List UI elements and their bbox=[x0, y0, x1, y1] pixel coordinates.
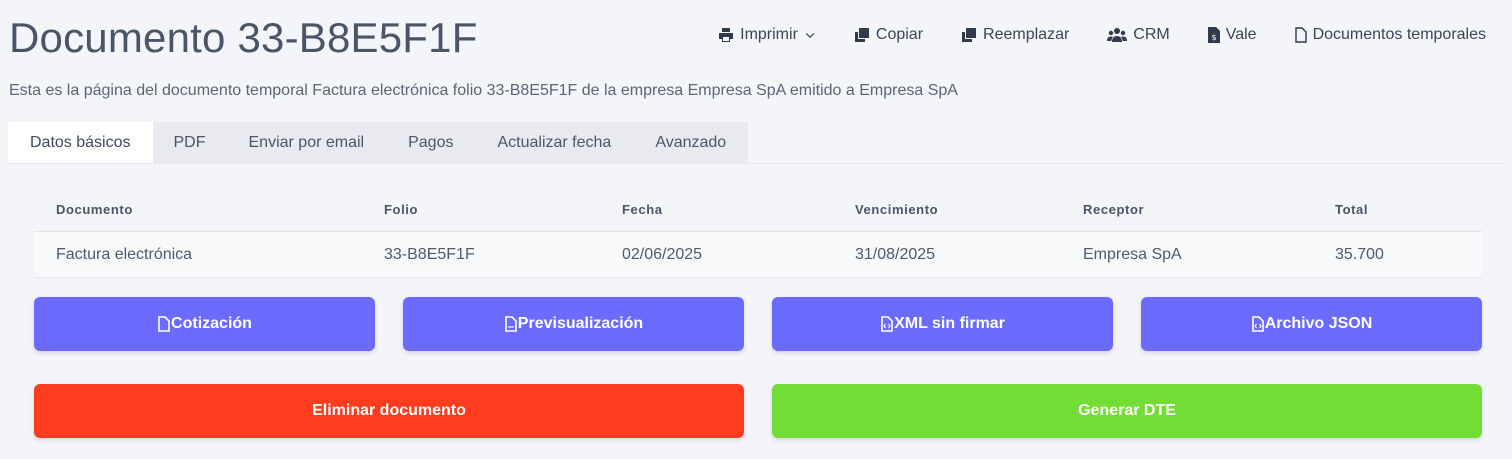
printer-icon bbox=[719, 28, 734, 42]
previsualizacion-label: Previsualización bbox=[517, 315, 644, 332]
cell-folio: 33-B8E5F1F bbox=[384, 245, 475, 263]
tab-pdf[interactable]: PDF bbox=[153, 122, 227, 163]
header-total: Total bbox=[1335, 202, 1369, 217]
json-label: Archivo JSON bbox=[1264, 315, 1373, 332]
generate-dte-button[interactable]: Generar DTE bbox=[772, 384, 1482, 438]
tab-actualizar-fecha[interactable]: Actualizar fecha bbox=[475, 122, 633, 163]
tab-bar: Datos básicos PDF Enviar por email Pagos… bbox=[8, 122, 1506, 164]
tab-group: Datos básicos PDF Enviar por email Pagos… bbox=[8, 122, 749, 163]
previsualizacion-button[interactable]: Previsualización bbox=[403, 297, 744, 351]
copy-icon bbox=[854, 28, 869, 42]
cell-total: 35.700 bbox=[1335, 245, 1384, 263]
header-fecha: Fecha bbox=[622, 202, 663, 217]
copy-label: Copiar bbox=[875, 26, 924, 43]
tab-datos-basicos[interactable]: Datos básicos bbox=[8, 122, 153, 163]
invoice-dollar-icon: $ bbox=[1207, 27, 1220, 43]
print-label: Imprimir bbox=[740, 26, 798, 43]
crm-button[interactable]: CRM bbox=[1107, 26, 1170, 44]
table-header: Documento Folio Fecha Vencimiento Recept… bbox=[34, 188, 1482, 231]
tab-avanzado[interactable]: Avanzado bbox=[633, 122, 748, 163]
delete-document-button[interactable]: Eliminar documento bbox=[34, 384, 744, 438]
users-icon bbox=[1107, 28, 1128, 42]
file-code-icon bbox=[1251, 316, 1264, 332]
cell-documento: Factura electrónica bbox=[56, 245, 193, 263]
cell-vencimiento: 31/08/2025 bbox=[855, 245, 936, 263]
file-pdf-icon bbox=[504, 316, 517, 332]
page-subtitle: Esta es la página del documento temporal… bbox=[9, 82, 958, 99]
file-icon bbox=[158, 316, 170, 332]
cotizacion-button[interactable]: Cotización bbox=[34, 297, 375, 351]
toolbar: Imprimir Copiar Reemplazar CRM $ Vale Do… bbox=[718, 26, 1486, 44]
final-actions-row: Eliminar documento Generar DTE bbox=[34, 384, 1482, 438]
tab-pagos[interactable]: Pagos bbox=[386, 122, 475, 163]
replace-label: Reemplazar bbox=[983, 26, 1070, 43]
file-icon bbox=[1294, 27, 1307, 43]
table-row: Factura electrónica 33-B8E5F1F 02/06/202… bbox=[34, 231, 1482, 278]
header-documento: Documento bbox=[56, 202, 133, 217]
cell-fecha: 02/06/2025 bbox=[622, 245, 703, 263]
xml-label: XML sin firmar bbox=[894, 315, 1005, 332]
file-code-icon bbox=[881, 316, 893, 332]
tab-enviar-email[interactable]: Enviar por email bbox=[227, 122, 387, 163]
json-button[interactable]: Archivo JSON bbox=[1141, 297, 1482, 351]
chevron-down-icon bbox=[805, 33, 815, 39]
header-vencimiento: Vencimiento bbox=[855, 202, 939, 217]
vale-button[interactable]: $ Vale bbox=[1207, 26, 1257, 44]
print-menu[interactable]: Imprimir bbox=[718, 26, 816, 44]
replace-button[interactable]: Reemplazar bbox=[961, 26, 1069, 44]
header-receptor: Receptor bbox=[1083, 202, 1145, 217]
temp-docs-link[interactable]: Documentos temporales bbox=[1294, 26, 1486, 44]
cotizacion-label: Cotización bbox=[171, 315, 252, 332]
vale-label: Vale bbox=[1225, 26, 1257, 43]
crm-label: CRM bbox=[1133, 26, 1170, 43]
cell-receptor: Empresa SpA bbox=[1083, 245, 1182, 263]
page-title: Documento 33-B8E5F1F bbox=[9, 14, 478, 61]
copy-button[interactable]: Copiar bbox=[854, 26, 923, 44]
temp-docs-label: Documentos temporales bbox=[1312, 26, 1486, 43]
xml-button[interactable]: XML sin firmar bbox=[772, 297, 1113, 351]
header-folio: Folio bbox=[384, 202, 419, 217]
svg-text:$: $ bbox=[1211, 33, 1216, 42]
replace-icon bbox=[962, 28, 977, 42]
action-buttons-row: Cotización Previsualización XML sin firm… bbox=[34, 297, 1482, 351]
document-table: Documento Folio Fecha Vencimiento Recept… bbox=[34, 188, 1482, 278]
